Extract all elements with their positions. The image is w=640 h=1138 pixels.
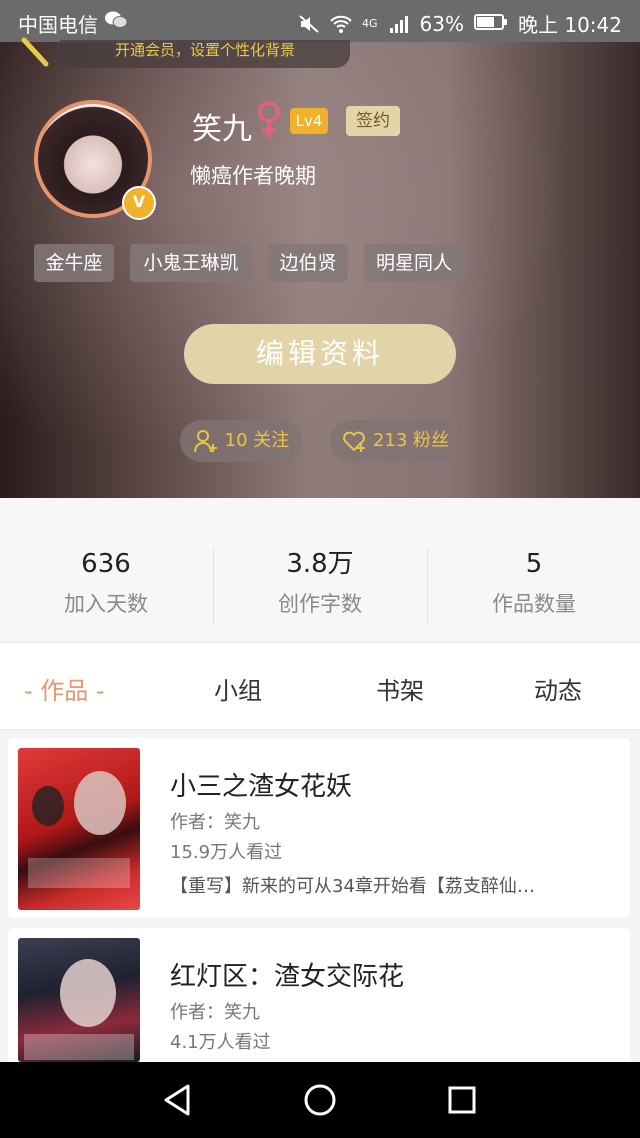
book-cover[interactable]: [18, 938, 140, 1062]
female-icon: [256, 100, 282, 140]
followers-button[interactable]: 213 粉丝: [330, 420, 460, 462]
wechat-icon: [104, 10, 128, 35]
signed-badge: 签约: [346, 106, 400, 136]
tag-chip[interactable]: 小鬼王琳凯: [130, 244, 252, 282]
wifi-icon: [330, 14, 352, 34]
username: 笑九: [192, 112, 252, 147]
work-title: 小三之渣女花妖: [170, 772, 353, 802]
work-views: 4.1万人看过: [170, 1032, 271, 1053]
bio-text: 懒癌作者晚期: [190, 164, 316, 188]
stat-words: 3.8万 创作字数: [214, 548, 426, 618]
tag-chip[interactable]: 明星同人: [364, 244, 464, 282]
tab-activity[interactable]: 动态: [534, 671, 582, 706]
system-nav-bar: [0, 1062, 640, 1138]
work-card[interactable]: 红灯区：渣女交际花 作者：笑九 4.1万人看过: [8, 928, 630, 1062]
stat-works: 5 作品数量: [428, 548, 640, 618]
triangle-back-icon: [164, 1084, 190, 1116]
work-views: 15.9万人看过: [170, 842, 283, 863]
stat-value: 3.8万: [286, 549, 354, 579]
work-card[interactable]: 小三之渣女花妖 作者：笑九 15.9万人看过 【重写】新来的可从34章开始看【荔…: [8, 738, 630, 918]
stats-panel: 636 加入天数 3.8万 创作字数 5 作品数量: [0, 498, 640, 640]
edit-profile-button[interactable]: 编辑资料: [184, 324, 456, 384]
status-icons: 4G 63% 晚上 10:42: [298, 9, 622, 38]
circle-home-icon: [304, 1084, 336, 1116]
stat-value: 636: [81, 549, 131, 579]
following-count: 10 关注: [224, 430, 290, 451]
followers-count: 213 粉丝: [372, 430, 450, 451]
level-badge: Lv4: [290, 108, 328, 134]
back-arrow-icon: [21, 37, 49, 67]
mute-icon: [298, 14, 320, 34]
book-cover[interactable]: [18, 748, 140, 910]
add-person-icon: [193, 430, 217, 453]
stat-value: 5: [525, 549, 543, 579]
tag-chip[interactable]: 金牛座: [34, 244, 114, 282]
work-description: 【重写】新来的可从34章开始看【荔支醉仙…: [170, 876, 535, 897]
network-type: 4G: [362, 17, 378, 30]
stat-label: 创作字数: [278, 592, 362, 616]
back-button[interactable]: [20, 34, 50, 70]
following-button[interactable]: 10 关注: [180, 420, 302, 462]
battery-percent: 63%: [419, 11, 464, 36]
status-bar: 中国电信 4G 63% 晚上 10:42: [0, 0, 640, 42]
tab-bar: - 作品 - 小组 书架 动态: [0, 642, 640, 730]
battery-icon: [474, 12, 508, 36]
nav-recents-button[interactable]: [442, 1080, 482, 1120]
stat-label: 加入天数: [64, 592, 148, 616]
tab-bookshelf[interactable]: 书架: [376, 671, 424, 706]
clock: 晚上 10:42: [518, 13, 622, 37]
verified-badge: V: [122, 186, 156, 220]
heart-plus-icon: [343, 431, 365, 452]
work-title: 红灯区：渣女交际花: [170, 962, 405, 992]
nav-home-button[interactable]: [300, 1080, 340, 1120]
square-recents-icon: [448, 1086, 476, 1114]
stat-label: 作品数量: [492, 592, 576, 616]
stat-days: 636 加入天数: [0, 548, 212, 618]
vip-banner[interactable]: 开通会员，设置个性化背景: [60, 40, 350, 68]
signal-icon: [388, 14, 410, 34]
tab-works[interactable]: - 作品 -: [24, 671, 105, 706]
work-author: 作者：笑九: [170, 1002, 260, 1023]
tab-groups[interactable]: 小组: [214, 671, 262, 706]
tag-chip[interactable]: 边伯贤: [268, 244, 348, 282]
work-author: 作者：笑九: [170, 812, 260, 833]
nav-back-button[interactable]: [158, 1080, 198, 1120]
